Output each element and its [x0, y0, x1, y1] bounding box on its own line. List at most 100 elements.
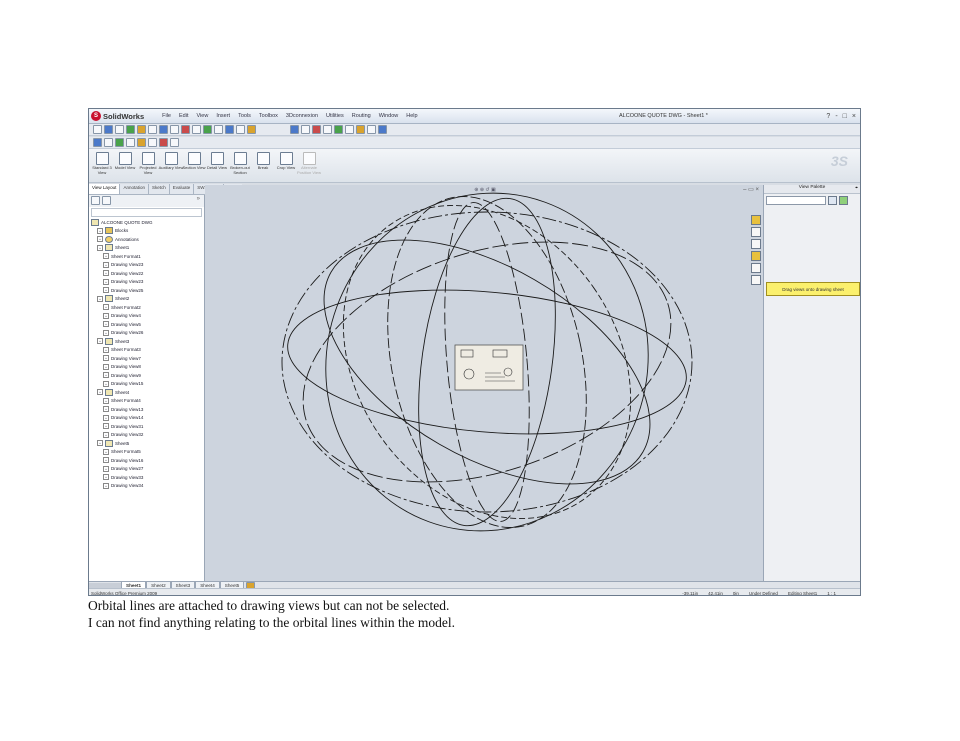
- tree-node[interactable]: + Drawing View27: [89, 465, 204, 474]
- rectangle-tool-icon[interactable]: [137, 125, 146, 134]
- expand-toggle-icon[interactable]: +: [103, 380, 109, 387]
- projected-view-button[interactable]: Projected View: [137, 149, 159, 175]
- tree-node[interactable]: + Sheet Format2: [89, 303, 204, 312]
- break-button[interactable]: Break: [252, 149, 274, 171]
- browse-icon[interactable]: [828, 195, 837, 205]
- expand-toggle-icon[interactable]: +: [103, 397, 109, 404]
- new-file-icon[interactable]: [93, 138, 102, 147]
- model-view-button[interactable]: Model View: [114, 149, 136, 171]
- custom-properties-icon[interactable]: [751, 275, 761, 285]
- tree-node[interactable]: + Drawing View14: [89, 414, 204, 423]
- menu-toolbox[interactable]: Toolbox: [255, 113, 282, 119]
- zoom-tool-icon[interactable]: [104, 125, 113, 134]
- zoom-area-icon[interactable]: ⊕: [480, 187, 484, 193]
- tree-node[interactable]: ALCOONE QUOTE DWG: [89, 218, 204, 227]
- block-icon[interactable]: [367, 125, 376, 134]
- file-explorer-icon[interactable]: [751, 239, 761, 249]
- surface-finish-icon[interactable]: [301, 125, 310, 134]
- document-select[interactable]: [766, 195, 826, 205]
- menu-utilities[interactable]: Utilities: [322, 113, 348, 119]
- menu-help[interactable]: Help: [402, 113, 421, 119]
- expand-toggle-icon[interactable]: +: [103, 329, 109, 336]
- refresh-icon[interactable]: [839, 195, 848, 205]
- viewport-restore-icon[interactable]: ▭: [748, 187, 754, 193]
- tree-node[interactable]: + Drawing View8: [89, 363, 204, 372]
- expand-toggle-icon[interactable]: +: [97, 338, 103, 345]
- expand-toggle-icon[interactable]: +: [103, 448, 109, 455]
- tree-node[interactable]: + Drawing View4: [89, 312, 204, 321]
- hole-callout-icon[interactable]: [334, 125, 343, 134]
- undo-icon[interactable]: [137, 138, 146, 147]
- save-file-icon[interactable]: [115, 138, 124, 147]
- expand-toggle-icon[interactable]: +: [103, 474, 109, 481]
- collapse-panel-icon[interactable]: »: [197, 196, 200, 206]
- relation-tool-icon[interactable]: [225, 125, 234, 134]
- tree-node[interactable]: + Sheet Format5: [89, 448, 204, 457]
- expand-toggle-icon[interactable]: +: [103, 355, 109, 362]
- menu-3dconnexion[interactable]: 3Dconnexion: [282, 113, 322, 119]
- center-mark-icon[interactable]: [345, 125, 354, 134]
- tab-annotation[interactable]: Annotation: [120, 184, 149, 194]
- tree-node[interactable]: + Sheet5: [89, 439, 204, 448]
- open-file-icon[interactable]: [104, 138, 113, 147]
- expand-toggle-icon[interactable]: +: [103, 261, 109, 268]
- tree-node[interactable]: + Sheet4: [89, 388, 204, 397]
- offset-tool-icon[interactable]: [192, 125, 201, 134]
- tree-node[interactable]: + Sheet Format1: [89, 252, 204, 261]
- expand-toggle-icon[interactable]: +: [103, 465, 109, 472]
- note-tool-icon[interactable]: [236, 125, 245, 134]
- dimension-tool-icon[interactable]: [214, 125, 223, 134]
- design-library-icon[interactable]: [751, 227, 761, 237]
- line-tool-icon[interactable]: [126, 125, 135, 134]
- select-tool-icon[interactable]: [93, 125, 102, 134]
- property-manager-icon[interactable]: [102, 196, 111, 205]
- tree-node[interactable]: + Drawing View25: [89, 286, 204, 295]
- tree-node[interactable]: + Sheet Format4: [89, 397, 204, 406]
- tree-node[interactable]: + Sheet1: [89, 244, 204, 253]
- tree-node[interactable]: + Drawing View15: [89, 380, 204, 389]
- expand-toggle-icon[interactable]: +: [103, 321, 109, 328]
- mirror-tool-icon[interactable]: [203, 125, 212, 134]
- maximize-button[interactable]: □: [843, 113, 847, 120]
- layer-icon[interactable]: [378, 125, 387, 134]
- expand-toggle-icon[interactable]: +: [103, 423, 109, 430]
- tree-node[interactable]: + Annotations: [89, 235, 204, 244]
- balloon-tool-icon[interactable]: [247, 125, 256, 134]
- expand-toggle-icon[interactable]: +: [103, 363, 109, 370]
- view-palette-icon[interactable]: [751, 251, 761, 261]
- expand-toggle-icon[interactable]: +: [103, 287, 109, 294]
- section-view-button[interactable]: Section View: [182, 149, 206, 171]
- table-icon[interactable]: [356, 125, 365, 134]
- rebuild-icon[interactable]: [159, 138, 168, 147]
- resources-icon[interactable]: [751, 215, 761, 225]
- tree-node[interactable]: + Drawing View32: [89, 431, 204, 440]
- expand-toggle-icon[interactable]: +: [97, 389, 103, 396]
- drawing-sheet[interactable]: [454, 344, 524, 391]
- viewport-minimize-icon[interactable]: –: [743, 187, 746, 193]
- expand-toggle-icon[interactable]: +: [97, 440, 103, 447]
- menu-file[interactable]: File: [158, 113, 175, 119]
- arc-tool-icon[interactable]: [159, 125, 168, 134]
- status-scale[interactable]: 1 : 1: [827, 591, 836, 596]
- tree-node[interactable]: + Drawing View13: [89, 405, 204, 414]
- tree-filter-input[interactable]: [91, 208, 202, 217]
- expand-toggle-icon[interactable]: +: [103, 278, 109, 285]
- standard-3-view-button[interactable]: Standard 3 View: [91, 149, 113, 175]
- menu-routing[interactable]: Routing: [348, 113, 375, 119]
- menu-tools[interactable]: Tools: [234, 113, 255, 119]
- tree-node[interactable]: + Drawing View23: [89, 278, 204, 287]
- expand-toggle-icon[interactable]: +: [103, 431, 109, 438]
- expand-toggle-icon[interactable]: +: [103, 482, 109, 489]
- expand-toggle-icon[interactable]: +: [103, 406, 109, 413]
- crop-view-button[interactable]: Crop View: [275, 149, 297, 171]
- feature-manager-icon[interactable]: [91, 196, 100, 205]
- tree-node[interactable]: + Drawing View34: [89, 482, 204, 491]
- pin-icon[interactable]: ⌖: [855, 185, 858, 191]
- options-icon[interactable]: [170, 138, 179, 147]
- expand-toggle-icon[interactable]: +: [97, 244, 103, 251]
- tree-node[interactable]: + Sheet Format3: [89, 346, 204, 355]
- appearances-icon[interactable]: [751, 263, 761, 273]
- menu-insert[interactable]: Insert: [212, 113, 234, 119]
- tree-node[interactable]: + Drawing View9: [89, 371, 204, 380]
- menu-edit[interactable]: Edit: [175, 113, 192, 119]
